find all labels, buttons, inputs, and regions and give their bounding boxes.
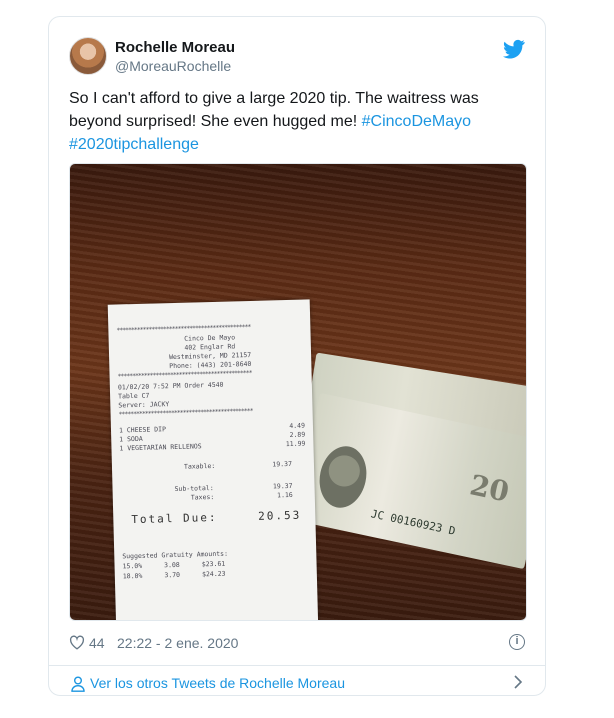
tweet-meta: 44 22:22 - 2 ene. 2020 i	[69, 633, 525, 653]
subtotal-label: Sub-total:	[174, 483, 214, 494]
item-name: 1 VEGETARIAN RELLENOS	[119, 442, 202, 453]
gratuity-pct: 18.0%	[122, 571, 143, 581]
hashtag-cincodemayo[interactable]: #CincoDeMayo	[362, 113, 471, 130]
item-price: 2.89	[289, 430, 306, 439]
gratuity-tip: 3.08	[164, 560, 180, 570]
subtotal-value: 19.37	[272, 481, 293, 491]
total-value: 20.53	[258, 508, 302, 523]
total-label: Total Due:	[131, 510, 218, 527]
hashtag-2020tipchallenge[interactable]: #2020tipchallenge	[69, 136, 199, 153]
gratuity-total: $23.61	[201, 559, 226, 569]
item-name: 1 SODA	[119, 434, 143, 444]
gratuity-tip: 3.70	[164, 570, 181, 580]
item-price: 11.99	[285, 439, 306, 449]
tweet-text: So I can't afford to give a large 2020 t…	[69, 87, 529, 156]
taxable-label: Taxable:	[183, 461, 216, 471]
chevron-right-icon[interactable]	[513, 675, 523, 689]
taxes-value: 1.16	[277, 490, 293, 500]
more-tweets-footer[interactable]: Ver los otros Tweets de Rochelle Moreau	[49, 665, 545, 698]
user-name[interactable]: Rochelle Moreau	[115, 39, 235, 56]
gratuity-total: $24.23	[201, 569, 226, 579]
taxable-value: 19.37	[272, 459, 293, 469]
tweet-header: Rochelle Moreau @MoreauRochelle	[69, 37, 525, 77]
heart-icon[interactable]	[69, 635, 85, 650]
tweet-photo[interactable]: JC 00160923 D 20 ***********************…	[69, 163, 527, 621]
like-count[interactable]: 44	[89, 635, 105, 651]
user-icon	[71, 676, 85, 692]
receipt-taxes: Taxes: 1.16	[191, 491, 293, 502]
taxes-label: Taxes:	[190, 492, 215, 502]
gratuity-pct: 15.0%	[122, 561, 143, 571]
user-handle[interactable]: @MoreauRochelle	[115, 58, 231, 74]
item-price: 4.49	[289, 421, 306, 430]
receipt-taxable: Taxable: 19.37	[184, 460, 292, 471]
twitter-bird-icon[interactable]	[503, 39, 525, 59]
avatar[interactable]	[69, 37, 107, 75]
receipt-total: Total Due: 20.53	[131, 508, 302, 527]
more-tweets-link[interactable]: Ver los otros Tweets de Rochelle Moreau	[90, 675, 345, 691]
info-icon[interactable]: i	[509, 634, 525, 650]
receipt: ****************************************…	[107, 299, 319, 620]
tweet-timestamp[interactable]: 22:22 - 2 ene. 2020	[117, 635, 238, 651]
tweet-card: Rochelle Moreau @MoreauRochelle So I can…	[48, 16, 546, 696]
